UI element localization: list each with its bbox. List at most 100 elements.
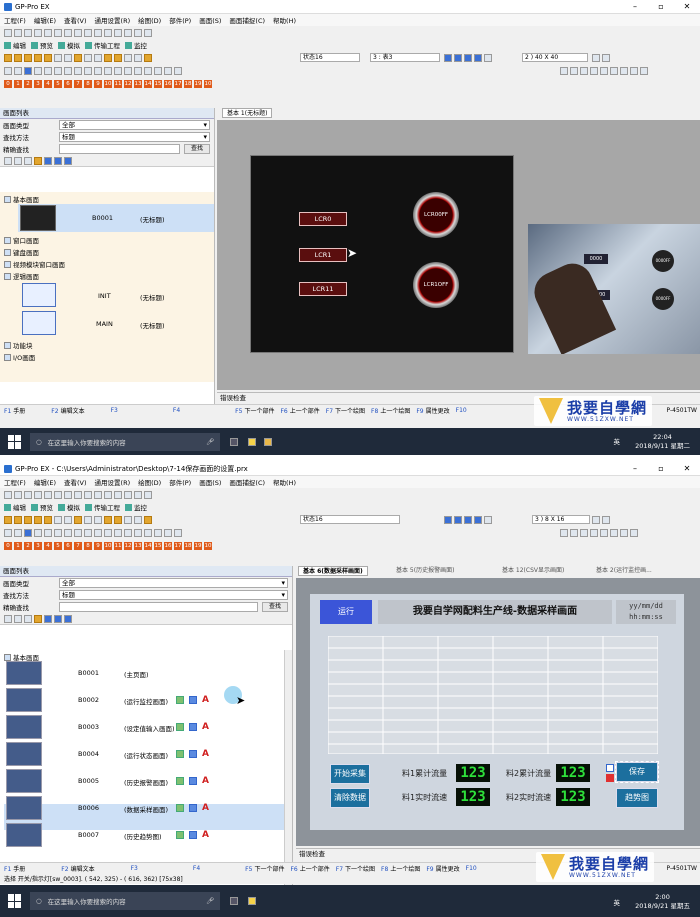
switch-part-icon[interactable] xyxy=(4,54,12,62)
num-button-4[interactable]: 4 xyxy=(44,79,52,88)
text-part-icon[interactable] xyxy=(64,516,72,524)
screen-thumbnail[interactable] xyxy=(6,742,42,766)
screen-icon[interactable] xyxy=(14,529,22,537)
calendar-part-icon[interactable] xyxy=(84,516,92,524)
num-button-15[interactable]: 15 xyxy=(154,79,162,88)
tree-node-base[interactable]: 基本画面 xyxy=(4,194,39,204)
new-screen-icon[interactable] xyxy=(4,614,12,623)
fkey-f4[interactable]: F4 xyxy=(173,407,182,414)
screen-icon[interactable] xyxy=(14,67,22,75)
polyline-tool-icon[interactable] xyxy=(580,529,588,537)
fkey-f3[interactable]: F3 xyxy=(111,407,120,414)
flip-icon[interactable] xyxy=(174,529,182,537)
polyline-icon[interactable] xyxy=(104,529,112,537)
frame-icon[interactable] xyxy=(592,54,600,62)
mic-icon[interactable]: 🎤︎ xyxy=(206,438,214,446)
print-icon[interactable] xyxy=(34,28,42,37)
num-button-18[interactable]: 18 xyxy=(184,541,192,550)
num-button-13[interactable]: 13 xyxy=(134,79,142,88)
fkey-f6[interactable]: F6 上一个部件 xyxy=(290,864,332,873)
logic-title[interactable]: (无标题) xyxy=(140,320,165,330)
circle-icon[interactable] xyxy=(114,67,122,75)
num-button-2[interactable]: 2 xyxy=(24,541,32,550)
paste-screen-icon[interactable] xyxy=(24,156,32,165)
num-button-6[interactable]: 6 xyxy=(64,541,72,550)
fkey-f10[interactable]: F10 xyxy=(466,865,479,872)
lamp-part-icon[interactable] xyxy=(14,516,22,524)
exact-search-input[interactable] xyxy=(59,144,180,154)
group-icon[interactable] xyxy=(104,490,112,499)
rect-icon[interactable] xyxy=(4,529,12,537)
circle-tool-icon[interactable] xyxy=(600,67,608,75)
save-button[interactable]: 保存 xyxy=(615,761,659,783)
screen-title[interactable]: (历史趋势图) xyxy=(124,831,162,841)
back-icon[interactable] xyxy=(154,67,162,75)
window-part-icon[interactable] xyxy=(54,516,62,524)
menu-view[interactable]: 查看(V) xyxy=(64,477,87,487)
search-button[interactable]: 查找 xyxy=(262,602,288,612)
ellipse-icon[interactable] xyxy=(124,67,132,75)
screen-title[interactable]: (主页面) xyxy=(124,669,149,679)
tree-node-video[interactable]: 视频模块窗口画面 xyxy=(4,259,65,269)
num-button-10[interactable]: 10 xyxy=(104,541,112,550)
table-icon[interactable] xyxy=(44,529,52,537)
screen-property-icon[interactable] xyxy=(176,696,184,704)
tree-node-logic[interactable]: 逻辑画面 xyxy=(4,271,39,281)
pen-icon[interactable] xyxy=(144,54,152,62)
undo-icon[interactable] xyxy=(74,28,82,37)
arc-icon[interactable] xyxy=(84,529,92,537)
lock-icon[interactable] xyxy=(144,490,152,499)
menu-draw[interactable]: 绘图(D) xyxy=(138,15,161,25)
dot-icon[interactable] xyxy=(64,67,72,75)
close-icon[interactable]: ✕ xyxy=(674,464,700,473)
task-view-icon[interactable] xyxy=(230,437,238,446)
menu-parts[interactable]: 部件(P) xyxy=(169,15,191,25)
num-button-18[interactable]: 18 xyxy=(184,79,192,88)
tab-simulate[interactable]: 模拟 xyxy=(58,40,80,50)
menu-screen[interactable]: 画面(S) xyxy=(199,15,221,25)
minimize-icon[interactable]: – xyxy=(622,464,648,473)
rect-tool-icon[interactable] xyxy=(590,529,598,537)
polygon-icon[interactable] xyxy=(134,529,142,537)
screen-text-icon[interactable]: A xyxy=(202,777,210,786)
tree-node-function[interactable]: 功能块 xyxy=(4,340,33,350)
num-button-10[interactable]: 10 xyxy=(104,79,112,88)
menu-help[interactable]: 帮助(H) xyxy=(273,15,296,25)
text-color-icon[interactable] xyxy=(474,54,482,62)
delete-screen-icon[interactable] xyxy=(34,156,42,165)
sampling-icon[interactable] xyxy=(606,764,614,772)
front-icon[interactable] xyxy=(144,67,152,75)
screen-property-icon[interactable] xyxy=(176,831,184,839)
logic-title[interactable]: (无标题) xyxy=(140,292,165,302)
screen-property-icon[interactable] xyxy=(176,723,184,731)
cut-icon[interactable] xyxy=(44,490,52,499)
window-part-icon[interactable] xyxy=(54,54,62,62)
scale-icon[interactable] xyxy=(54,529,62,537)
redo-icon[interactable] xyxy=(84,28,92,37)
align-icon[interactable] xyxy=(94,490,102,499)
color-icon[interactable] xyxy=(444,54,452,62)
fill-icon[interactable] xyxy=(454,516,462,524)
new-icon[interactable] xyxy=(4,490,12,499)
data-display-icon[interactable] xyxy=(24,54,32,62)
layer-icon[interactable] xyxy=(134,28,142,37)
thumbnail-view-icon[interactable] xyxy=(44,156,52,165)
num-button-8[interactable]: 8 xyxy=(84,541,92,550)
run-button[interactable]: 运行 xyxy=(320,600,372,624)
detail-view-icon[interactable] xyxy=(64,614,72,623)
text-color-icon[interactable] xyxy=(474,516,482,524)
screen-title[interactable]: (无标题) xyxy=(140,214,165,224)
polygon-icon[interactable] xyxy=(134,67,142,75)
alarm-part-icon[interactable] xyxy=(44,54,52,62)
flip-icon[interactable] xyxy=(174,67,182,75)
fkey-f10[interactable]: F10 xyxy=(456,407,469,414)
list-view-icon[interactable] xyxy=(54,156,62,165)
arc-tool-icon[interactable] xyxy=(620,67,628,75)
screen-id[interactable]: B0001 xyxy=(92,214,113,222)
rotate-icon[interactable] xyxy=(164,529,172,537)
num-button-17[interactable]: 17 xyxy=(174,541,182,550)
alarm-part-icon[interactable] xyxy=(44,516,52,524)
script-part-icon[interactable] xyxy=(104,54,112,62)
screen-color-icon[interactable] xyxy=(189,750,197,758)
align-icon[interactable] xyxy=(94,28,102,37)
